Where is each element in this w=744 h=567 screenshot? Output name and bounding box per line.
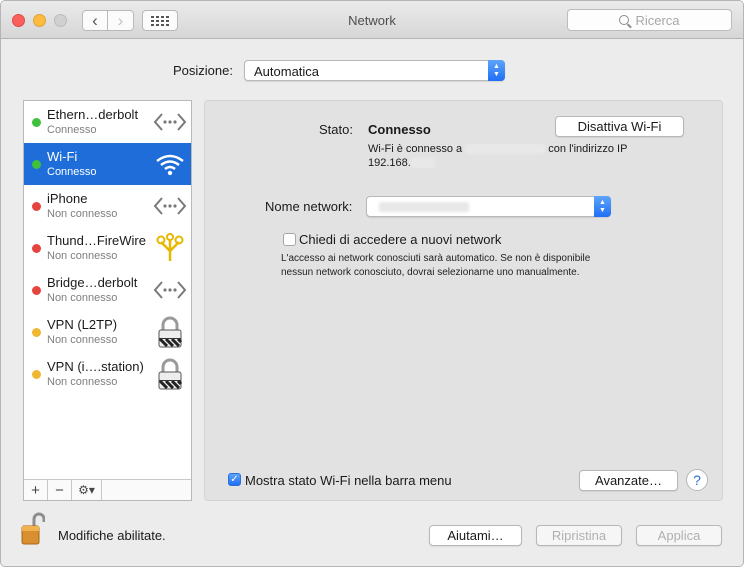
action-menu-button[interactable]: ⚙▾ — [72, 480, 102, 500]
apply-button[interactable]: Applica — [636, 525, 722, 546]
status-dot-icon — [32, 160, 41, 169]
service-item[interactable]: Thund…FireWire Non connesso — [24, 227, 191, 269]
connection-info-prefix: Wi-Fi è connesso a — [368, 143, 463, 155]
service-list: Ethern…derbolt Connesso Wi-Fi Connesso iPhon… — [23, 100, 192, 501]
popup-arrows-icon: ▲ ▼ — [594, 196, 611, 217]
service-item[interactable]: Ethern…derbolt Connesso — [24, 101, 191, 143]
service-status: Non connesso — [47, 376, 118, 388]
location-label: Posizione: — [173, 63, 233, 78]
service-item[interactable]: iPhone Non connesso — [24, 185, 191, 227]
service-status: Non connesso — [47, 292, 118, 304]
title-bar: ‹ › Network Ricerca — [1, 1, 743, 39]
ask-to-join-description: L'accesso ai network conosciuti sarà aut… — [281, 253, 591, 278]
service-name: Bridge…derbolt — [47, 275, 138, 290]
service-name: iPhone — [47, 191, 88, 206]
firewire-icon — [152, 232, 188, 264]
status-dot-icon — [32, 244, 41, 253]
ask-to-join-checkbox[interactable] — [283, 233, 296, 246]
ethernet-arrows-icon — [152, 274, 188, 306]
network-name-value-redacted — [379, 202, 469, 212]
lock-icon[interactable] — [21, 512, 46, 549]
ip-address-prefix: 192.168. — [368, 157, 411, 169]
ip-address-redacted — [410, 158, 435, 169]
checkmark-icon: ✓ — [230, 474, 239, 485]
revert-button[interactable]: Ripristina — [536, 525, 622, 546]
ethernet-arrows-icon — [152, 190, 188, 222]
service-detail-panel: Stato: Connesso Disattiva Wi-Fi Wi-Fi è … — [204, 100, 723, 501]
status-dot-icon — [32, 328, 41, 337]
ask-to-join-label: Chiedi di accedere a nuovi network — [299, 232, 502, 247]
service-item[interactable]: Wi-Fi Connesso — [24, 143, 191, 185]
status-dot-icon — [32, 286, 41, 295]
status-dot-icon — [32, 370, 41, 379]
service-status: Non connesso — [47, 334, 118, 346]
status-dot-icon — [32, 202, 41, 211]
network-name-label: Nome network: — [265, 199, 353, 214]
popup-arrows-icon: ▲ ▼ — [488, 60, 505, 81]
service-status: Connesso — [47, 124, 97, 136]
service-name: VPN (L2TP) — [47, 317, 118, 332]
remove-service-button[interactable]: − — [48, 480, 72, 500]
advanced-button[interactable]: Avanzate… — [579, 470, 678, 491]
location-popup[interactable]: Automatica ▲ ▼ — [244, 60, 505, 81]
service-status: Non connesso — [47, 208, 118, 220]
vpn-lock-icon — [152, 316, 188, 348]
status-value: Connesso — [368, 122, 431, 137]
connection-info: Wi-Fi è connesso a con l'indirizzo IP 19… — [368, 142, 688, 170]
service-name: Ethern…derbolt — [47, 107, 139, 122]
ethernet-arrows-icon — [152, 106, 188, 138]
service-name: Wi-Fi — [47, 149, 78, 164]
location-value: Automatica — [254, 64, 320, 79]
network-name-redacted — [465, 144, 546, 155]
show-wifi-menu-checkbox[interactable]: ✓ — [228, 473, 241, 486]
wifi-icon — [152, 148, 188, 180]
service-name: Thund…FireWire — [47, 233, 146, 248]
service-name: VPN (i….station) — [47, 359, 144, 374]
help-button[interactable]: ? — [686, 469, 708, 491]
service-item[interactable]: VPN (i….station) Non connesso — [24, 353, 191, 395]
search-placeholder: Ricerca — [635, 12, 680, 28]
add-service-button[interactable]: + — [24, 480, 48, 500]
service-item[interactable]: VPN (L2TP) Non connesso — [24, 311, 191, 353]
network-name-popup[interactable]: ▲ ▼ — [366, 196, 611, 217]
network-preferences-window: ‹ › Network Ricerca Posizione: Automatic… — [0, 0, 744, 567]
service-status: Non connesso — [47, 250, 118, 262]
status-dot-icon — [32, 118, 41, 127]
service-item[interactable]: Bridge…derbolt Non connesso — [24, 269, 191, 311]
service-status: Connesso — [47, 166, 97, 178]
assist-me-button[interactable]: Aiutami… — [429, 525, 522, 546]
turn-off-wifi-button[interactable]: Disattiva Wi-Fi — [555, 116, 684, 137]
search-field[interactable]: Ricerca — [567, 9, 732, 31]
vpn-lock-icon — [152, 358, 188, 390]
search-icon — [619, 15, 630, 25]
lock-status-text: Modifiche abilitate. — [58, 528, 166, 543]
connection-info-suffix: con l'indirizzo IP — [548, 143, 628, 155]
show-wifi-menu-label: Mostra stato Wi-Fi nella barra menu — [245, 473, 452, 488]
service-list-toolbar: + − ⚙▾ — [24, 479, 191, 500]
status-label: Stato: — [319, 122, 353, 137]
